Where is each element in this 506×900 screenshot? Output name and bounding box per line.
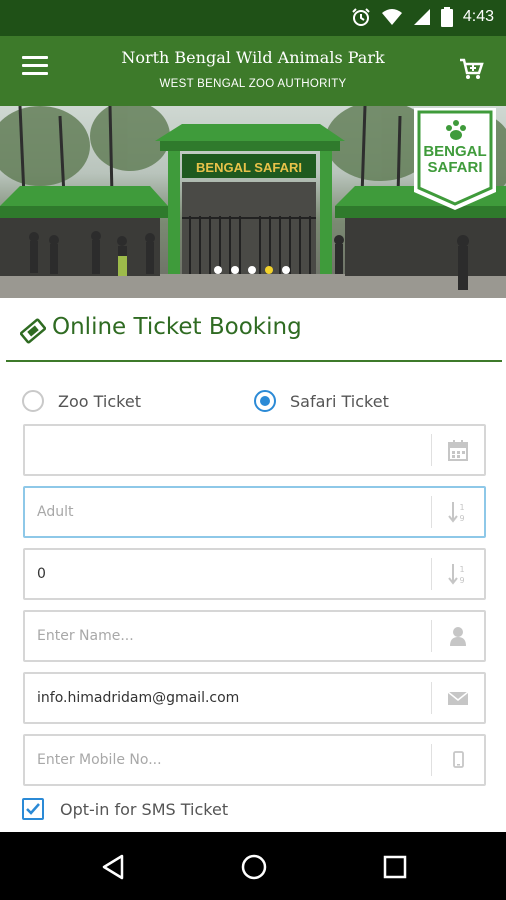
sms-optin[interactable]: Opt-in for SMS Ticket	[22, 798, 228, 820]
carousel-dot[interactable]	[248, 266, 256, 274]
mobile-input[interactable]	[37, 736, 417, 784]
sms-optin-checkbox[interactable]	[22, 798, 44, 820]
ticket-icon	[20, 318, 46, 344]
carousel-dot[interactable]	[214, 266, 222, 274]
alarm-icon	[352, 8, 370, 26]
svg-text:1: 1	[459, 565, 464, 574]
app-bar: North Bengal Wild Animals Park WEST BENG…	[0, 36, 506, 106]
hero-banner[interactable]: BENGAL SAFARI BENGAL SAFARI	[0, 106, 506, 298]
carousel-dots	[214, 266, 290, 274]
gate-sign: BENGAL SAFARI	[196, 160, 302, 175]
sms-optin-label: Opt-in for SMS Ticket	[60, 799, 229, 819]
sort-numeric-icon[interactable]: 1 9	[448, 562, 468, 586]
back-icon[interactable]	[98, 852, 128, 882]
safari-ticket-label: Safari Ticket	[290, 391, 389, 411]
home-icon[interactable]	[239, 852, 269, 882]
user-icon	[450, 627, 466, 646]
carousel-dot[interactable]	[282, 266, 290, 274]
mobile-field[interactable]	[23, 734, 486, 786]
carousel-dot[interactable]	[231, 266, 239, 274]
badge-line1: BENGAL	[423, 143, 486, 160]
booking-header: Online Ticket Booking	[6, 300, 502, 362]
status-time: 4:43	[462, 8, 494, 25]
hamburger-icon[interactable]	[22, 56, 48, 86]
name-field[interactable]	[23, 610, 486, 662]
badge-line2: SAFARI	[427, 159, 482, 176]
battery-icon	[440, 7, 453, 27]
system-nav-bar	[0, 832, 506, 900]
date-input[interactable]	[37, 426, 417, 474]
safari-ticket-option[interactable]: Safari Ticket	[254, 390, 389, 412]
carousel-dot-active[interactable]	[265, 266, 273, 274]
app-subtitle: WEST BENGAL ZOO AUTHORITY	[159, 78, 347, 90]
zoo-ticket-option[interactable]: Zoo Ticket	[22, 390, 141, 412]
envelope-icon	[448, 691, 468, 705]
visitor-type-input[interactable]	[37, 488, 417, 536]
wifi-icon	[381, 9, 402, 25]
status-bar: 4:43	[0, 0, 506, 36]
safari-ticket-radio[interactable]	[254, 390, 276, 412]
name-input[interactable]	[37, 612, 417, 660]
sort-numeric-icon[interactable]: 1 9	[448, 500, 468, 524]
mobile-icon	[453, 751, 464, 768]
date-field[interactable]	[23, 424, 486, 476]
count-input[interactable]	[37, 550, 417, 598]
svg-text:1: 1	[459, 503, 464, 512]
svg-text:9: 9	[459, 514, 464, 523]
calendar-icon[interactable]	[448, 438, 468, 462]
signal-icon	[413, 9, 430, 25]
zoo-ticket-radio[interactable]	[22, 390, 44, 412]
app-title: North Bengal Wild Animals Park	[121, 48, 385, 67]
booking-title: Online Ticket Booking	[52, 314, 302, 340]
email-field[interactable]	[23, 672, 486, 724]
visitor-type-field[interactable]: 1 9	[23, 486, 486, 538]
svg-text:9: 9	[459, 576, 464, 585]
cart-icon[interactable]	[458, 56, 484, 82]
count-field[interactable]: 1 9	[23, 548, 486, 600]
status-icons: 4:43	[351, 7, 494, 27]
email-input[interactable]	[37, 674, 417, 722]
recents-icon[interactable]	[380, 852, 410, 882]
zoo-ticket-label: Zoo Ticket	[58, 391, 141, 411]
